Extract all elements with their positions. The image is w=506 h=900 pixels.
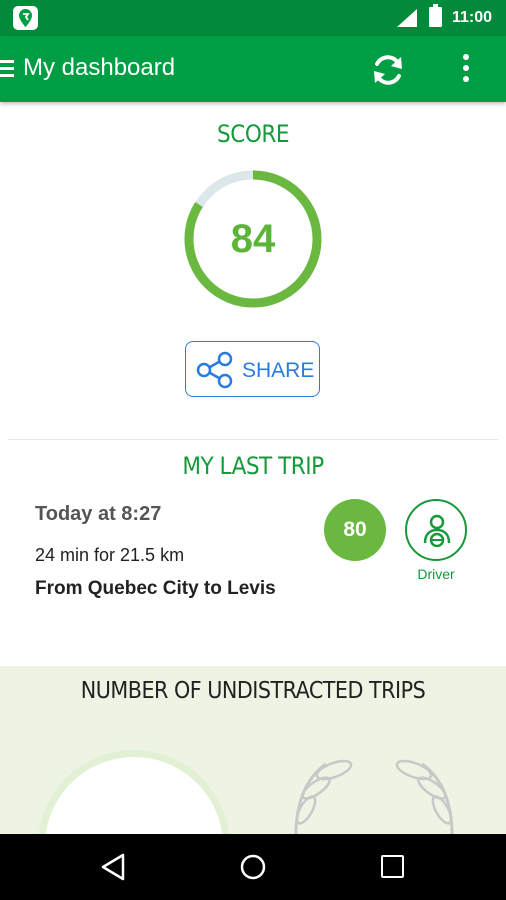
page-title: My dashboard <box>23 54 176 81</box>
undistracted-trips-title: NUMBER OF UNDISTRACTED TRIPS <box>80 678 426 704</box>
share-icon <box>196 351 233 389</box>
recents-icon[interactable] <box>381 855 404 878</box>
status-bar: 11:00 <box>0 0 506 36</box>
signal-icon <box>397 9 417 27</box>
trip-score-badge[interactable]: 80 <box>324 499 386 561</box>
app-notification-icon <box>13 6 38 30</box>
home-icon[interactable] <box>239 853 267 881</box>
driver-label: Driver <box>417 566 455 582</box>
status-clock: 11:00 <box>452 9 493 26</box>
share-button[interactable]: SHARE <box>185 341 320 397</box>
battery-icon <box>429 4 442 27</box>
driver-role-button[interactable] <box>405 499 467 561</box>
section-divider <box>8 439 498 440</box>
refresh-icon[interactable] <box>370 52 406 88</box>
last-trip-title: MY LAST TRIP <box>182 452 324 480</box>
score-value: 84 <box>230 217 276 261</box>
trip-time: Today at 8:27 <box>35 503 162 525</box>
trip-distance: 24 min for 21.5 km <box>35 545 185 565</box>
score-title: SCORE <box>217 120 289 148</box>
undistracted-trips-ring <box>38 750 230 834</box>
trip-route: From Quebec City to Levis <box>35 578 276 599</box>
laurel-icon <box>294 759 454 834</box>
undistracted-trips-section: NUMBER OF UNDISTRACTED TRIPS <box>0 666 506 834</box>
system-nav-bar <box>0 834 506 900</box>
share-label: SHARE <box>242 359 315 382</box>
app-bar: My dashboard <box>0 36 506 102</box>
back-icon[interactable] <box>100 853 126 881</box>
driver-icon <box>423 514 451 547</box>
menu-icon[interactable] <box>0 60 14 78</box>
overflow-menu-icon[interactable] <box>456 54 476 86</box>
